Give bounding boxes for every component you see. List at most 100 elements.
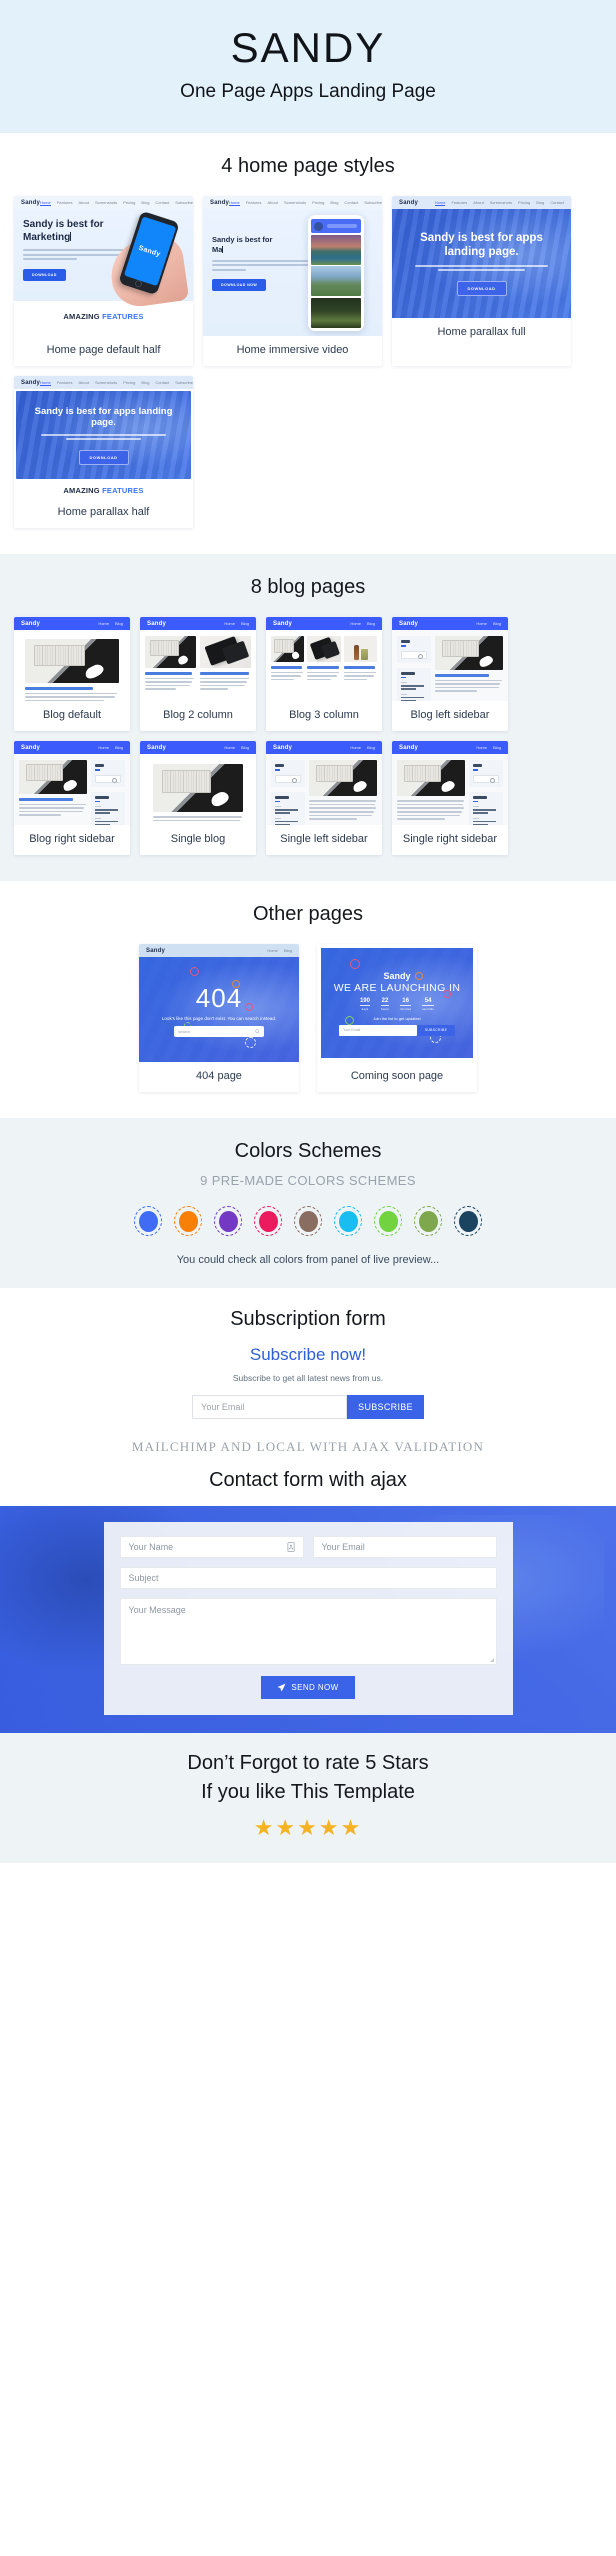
- nav-link-subscribe[interactable]: Subscribe: [364, 200, 382, 206]
- nav-link-blog[interactable]: Blog: [493, 621, 501, 626]
- color-swatch-orange[interactable]: [174, 1206, 202, 1237]
- nav-link-home[interactable]: Home: [350, 745, 361, 750]
- nav-link-contact[interactable]: Contact: [550, 200, 564, 206]
- home-style-card-immersive-video[interactable]: Sandy Home Features About Screenshots Pr…: [203, 196, 382, 367]
- nav-link-blog[interactable]: Blog: [241, 621, 249, 626]
- error-search-field[interactable]: search: [174, 1025, 264, 1037]
- nav-link-home[interactable]: Home: [40, 380, 51, 386]
- color-swatch-green[interactable]: [374, 1206, 402, 1237]
- other-pages-section: Other pages Sandy Home Blog 404 Look's l…: [0, 881, 616, 1118]
- nav-link-home[interactable]: Home: [98, 745, 109, 750]
- subscribe-button[interactable]: SUBSCRIBE: [417, 1024, 455, 1036]
- nav-link-home[interactable]: Home: [476, 621, 487, 626]
- color-swatch-navy[interactable]: [454, 1206, 482, 1237]
- blog-card-single-right-sidebar[interactable]: Sandy Home Blog Single right sidebar: [392, 741, 508, 856]
- other-card-coming-soon[interactable]: Sandy WE ARE LAUNCHING IN 190 days 22 hour…: [317, 944, 477, 1093]
- nav-link-pricing[interactable]: Pricing: [518, 200, 530, 206]
- color-swatch-brown[interactable]: [294, 1206, 322, 1237]
- nav-link-home[interactable]: Home: [229, 200, 240, 206]
- search-input[interactable]: [401, 650, 427, 660]
- home-style-card-parallax-half[interactable]: Sandy Home Features About Screenshots Pr…: [14, 376, 193, 529]
- nav-link-about[interactable]: About: [78, 200, 88, 206]
- card-caption: Single blog: [140, 825, 256, 856]
- search-input[interactable]: [95, 774, 121, 784]
- home-style-card-parallax-full[interactable]: Sandy Home Features About Screenshots Pr…: [392, 196, 571, 367]
- name-field[interactable]: Your Name: [119, 1536, 304, 1559]
- nav-link-pricing[interactable]: Pricing: [123, 200, 135, 206]
- nav-link-home[interactable]: Home: [476, 745, 487, 750]
- nav-link-subscribe[interactable]: Subscribe: [175, 380, 193, 386]
- nav-link-home[interactable]: Home: [224, 621, 235, 626]
- nav-link-home[interactable]: Home: [434, 200, 446, 206]
- email-input[interactable]: Your Email: [339, 1024, 417, 1036]
- blog-card-single-left-sidebar[interactable]: Sandy Home Blog Single left sidebar: [266, 741, 382, 856]
- mini-nav-links: Home Blog: [224, 621, 249, 626]
- color-swatch-blue[interactable]: [134, 1206, 162, 1237]
- mini-download-button[interactable]: DOWNLOAD NOW: [212, 279, 267, 292]
- mini-download-button[interactable]: DOWNLOAD: [23, 268, 66, 281]
- sidebar-latest-widget: [271, 791, 305, 826]
- blog-card-2-column[interactable]: Sandy Home Blog Blog 2 column: [140, 617, 256, 732]
- nav-link-about[interactable]: About: [78, 380, 88, 386]
- footer-line-2: If you like This Template: [201, 1781, 415, 1804]
- nav-link-blog[interactable]: Blog: [367, 621, 375, 626]
- color-swatch-olive[interactable]: [414, 1206, 442, 1237]
- email-input[interactable]: Your Email: [192, 1395, 348, 1420]
- nav-link-blog[interactable]: Blog: [141, 380, 149, 386]
- nav-link-blog[interactable]: Blog: [115, 745, 123, 750]
- blog-card-default[interactable]: Sandy Home Blog Blog default: [14, 617, 130, 732]
- nav-link-about[interactable]: About: [267, 200, 277, 206]
- nav-link-subscribe[interactable]: Subscribe: [175, 200, 193, 206]
- nav-link-contact[interactable]: Contact: [155, 200, 169, 206]
- nav-link-features[interactable]: Features: [57, 380, 73, 386]
- nav-link-blog[interactable]: Blog: [284, 948, 292, 953]
- search-input[interactable]: [275, 774, 301, 784]
- nav-link-screenshots[interactable]: Screenshots: [490, 200, 512, 206]
- nav-link-features[interactable]: Features: [57, 200, 73, 206]
- nav-link-pricing[interactable]: Pricing: [312, 200, 324, 206]
- nav-link-pricing[interactable]: Pricing: [123, 380, 135, 386]
- nav-link-blog[interactable]: Blog: [536, 200, 544, 206]
- blog-card-single[interactable]: Sandy Home Blog Single blog: [140, 741, 256, 856]
- search-input[interactable]: [473, 774, 499, 784]
- card-caption: 404 page: [139, 1062, 299, 1093]
- colors-title: Colors Schemes: [234, 1140, 382, 1163]
- nav-link-home[interactable]: Home: [98, 621, 109, 626]
- nav-link-home[interactable]: Home: [40, 200, 51, 206]
- name-placeholder: Your Name: [128, 1542, 174, 1553]
- nav-link-features[interactable]: Features: [246, 200, 262, 206]
- nav-link-blog[interactable]: Blog: [115, 621, 123, 626]
- nav-link-blog[interactable]: Blog: [367, 745, 375, 750]
- email-field[interactable]: Your Email: [312, 1536, 497, 1559]
- nav-link-blog[interactable]: Blog: [493, 745, 501, 750]
- nav-link-contact[interactable]: Contact: [344, 200, 358, 206]
- send-now-button[interactable]: SEND NOW: [261, 1676, 355, 1700]
- nav-link-home[interactable]: Home: [350, 621, 361, 626]
- nav-link-about[interactable]: About: [473, 200, 483, 206]
- subscribe-button[interactable]: SUBSCRIBE: [347, 1395, 424, 1420]
- color-swatch-cyan[interactable]: [334, 1206, 362, 1237]
- blog-card-3-column[interactable]: Sandy Home Blog Blog 3 column: [266, 617, 382, 732]
- nav-link-contact[interactable]: Contact: [155, 380, 169, 386]
- home-style-card-default-half[interactable]: Sandy Home Features About Screenshots Pr…: [14, 196, 193, 367]
- blog-pages-grid: Sandy Home Blog Blog default Sandy Home …: [14, 617, 602, 856]
- blog-card-left-sidebar[interactable]: Sandy Home Blog Blog left sidebar: [392, 617, 508, 732]
- nav-link-screenshots[interactable]: Screenshots: [95, 380, 117, 386]
- nav-link-blog[interactable]: Blog: [141, 200, 149, 206]
- nav-link-home[interactable]: Home: [224, 745, 235, 750]
- nav-link-blog[interactable]: Blog: [330, 200, 338, 206]
- mini-download-button[interactable]: DOWNLOAD: [78, 449, 129, 465]
- blog-card-right-sidebar[interactable]: Sandy Home Blog Blog right sidebar: [14, 741, 130, 856]
- nav-link-screenshots[interactable]: Screenshots: [284, 200, 306, 206]
- nav-link-features[interactable]: Features: [451, 200, 467, 206]
- nav-link-blog[interactable]: Blog: [241, 745, 249, 750]
- subscription-headline: Subscribe now!: [249, 1345, 367, 1365]
- nav-link-home[interactable]: Home: [267, 948, 278, 953]
- message-field[interactable]: Your Message: [119, 1598, 497, 1666]
- color-swatch-purple[interactable]: [214, 1206, 242, 1237]
- subject-field[interactable]: Subject: [119, 1567, 497, 1590]
- other-card-404[interactable]: Sandy Home Blog 404 Look's like this pag…: [139, 944, 299, 1093]
- mini-download-button[interactable]: DOWNLOAD: [456, 280, 507, 296]
- color-swatch-pink[interactable]: [254, 1206, 282, 1237]
- nav-link-screenshots[interactable]: Screenshots: [95, 200, 117, 206]
